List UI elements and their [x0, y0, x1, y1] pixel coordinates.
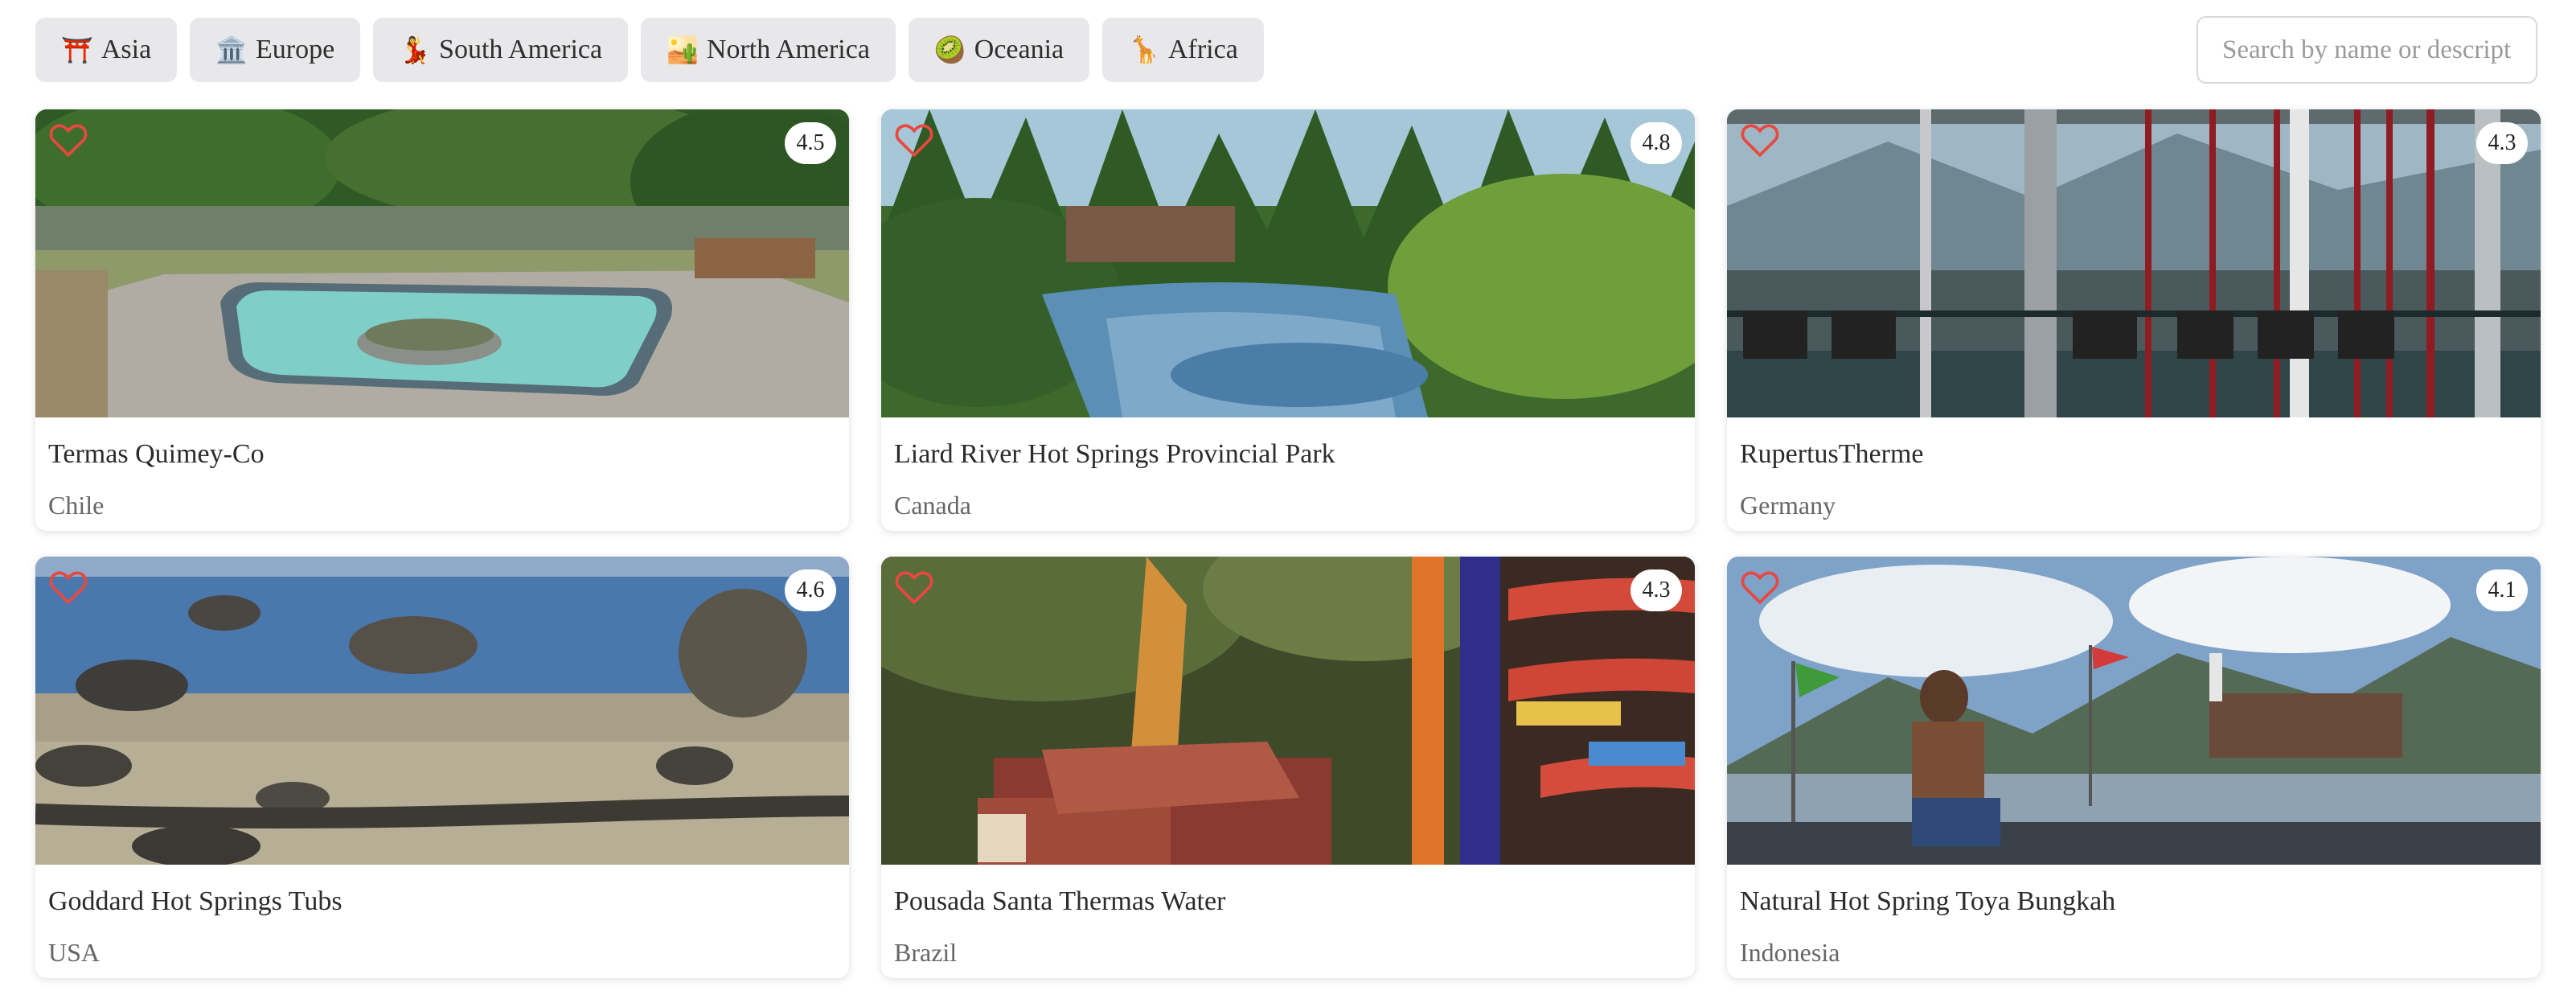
rating-badge: 4.6: [785, 569, 836, 611]
destination-card[interactable]: 4.8 Liard River Hot Springs Provincial P…: [881, 109, 1695, 531]
filter-toolbar: ⛩️ Asia 🏛️ Europe 💃 South America 🏜️ Nor…: [0, 0, 2576, 97]
destination-country: Brazil: [894, 938, 958, 967]
destination-country: Germany: [1740, 491, 1836, 520]
destination-card[interactable]: 4.6 Goddard Hot Springs Tubs USA: [35, 557, 849, 978]
destination-country: USA: [48, 938, 100, 967]
heart-icon[interactable]: [48, 568, 88, 605]
destination-photo: [35, 109, 849, 417]
giraffe-icon: 🦒: [1128, 35, 1160, 65]
destination-card[interactable]: 4.5 Termas Quimey-Co Chile: [35, 109, 849, 531]
filter-chip-south-america[interactable]: 💃 South America: [373, 18, 629, 82]
filter-label: Asia: [100, 35, 152, 64]
destination-country: Chile: [48, 491, 105, 520]
heart-icon[interactable]: [894, 568, 934, 605]
destination-photo: [881, 557, 1695, 865]
destination-country: Canada: [894, 491, 971, 520]
classical-building-icon: 🏛️: [215, 35, 248, 65]
destination-name: Goddard Hot Springs Tubs: [48, 886, 343, 916]
kiwi-fruit-icon: 🥝: [933, 35, 966, 65]
destination-name: Termas Quimey-Co: [48, 439, 265, 469]
destination-card[interactable]: 4.3 RupertusTherme Germany: [1727, 109, 2541, 531]
destination-country: Indonesia: [1740, 938, 1840, 967]
heart-icon[interactable]: [1740, 121, 1780, 158]
rating-badge: 4.1: [2476, 569, 2528, 611]
filter-chip-europe[interactable]: 🏛️ Europe: [190, 18, 361, 82]
region-filter-group: ⛩️ Asia 🏛️ Europe 💃 South America 🏜️ Nor…: [35, 18, 1264, 82]
destination-card[interactable]: 4.1 Natural Hot Spring Toya Bungkah Indo…: [1727, 557, 2541, 978]
destination-photo: [1727, 109, 2541, 417]
heart-icon[interactable]: [1740, 568, 1780, 605]
search-input[interactable]: [2197, 16, 2537, 84]
destination-name: Pousada Santa Thermas Water: [894, 886, 1226, 916]
filter-chip-asia[interactable]: ⛩️ Asia: [35, 18, 178, 82]
filter-label: South America: [439, 35, 603, 64]
heart-icon[interactable]: [894, 121, 934, 158]
rating-badge: 4.5: [785, 122, 836, 164]
destination-name: RupertusTherme: [1740, 439, 1924, 469]
filter-label: Europe: [256, 35, 335, 64]
rating-badge: 4.3: [1631, 569, 1682, 611]
filter-label: Africa: [1167, 35, 1238, 64]
filter-label: Oceania: [974, 35, 1064, 64]
filter-chip-oceania[interactable]: 🥝 Oceania: [908, 18, 1090, 82]
destination-card[interactable]: 4.3 Pousada Santa Thermas Water Brazil: [881, 557, 1695, 978]
rating-badge: 4.8: [1631, 122, 1682, 164]
destination-photo: [35, 557, 849, 865]
desert-icon: 🏜️: [667, 35, 699, 65]
rating-badge: 4.3: [2476, 122, 2528, 164]
filter-chip-north-america[interactable]: 🏜️ North America: [641, 18, 896, 82]
filter-label: North America: [706, 35, 870, 64]
filter-chip-africa[interactable]: 🦒 Africa: [1102, 18, 1264, 82]
destination-name: Natural Hot Spring Toya Bungkah: [1740, 886, 2116, 916]
destination-photo: [881, 109, 1695, 417]
dancer-icon: 💃: [399, 35, 432, 65]
destination-name: Liard River Hot Springs Provincial Park: [894, 439, 1335, 469]
heart-icon[interactable]: [48, 121, 88, 158]
torii-gate-icon: ⛩️: [61, 35, 93, 65]
destination-photo: [1727, 557, 2541, 865]
hot-springs-grid: 4.5 Termas Quimey-Co Chile 4.8 Liard Riv…: [35, 109, 2541, 978]
